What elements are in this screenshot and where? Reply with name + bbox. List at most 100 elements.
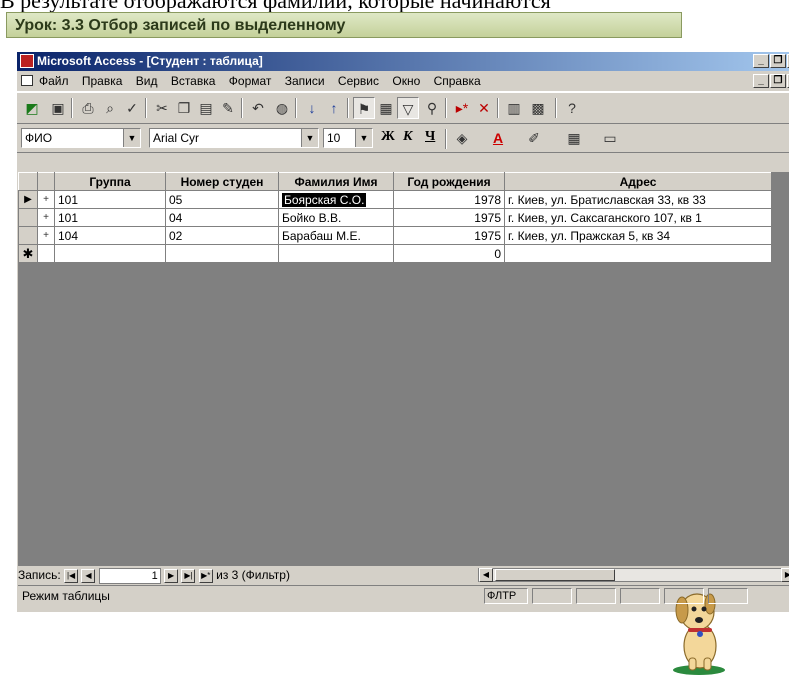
doc-restore-button[interactable]: ❐	[770, 74, 786, 88]
row-selector[interactable]	[18, 226, 38, 245]
scroll-right-icon[interactable]: ▶	[781, 568, 789, 582]
cell-name[interactable]	[278, 244, 394, 263]
scrollbar-thumb[interactable]	[495, 569, 615, 581]
cell-group[interactable]	[54, 244, 166, 263]
expand-icon[interactable]: +	[37, 226, 55, 245]
underline-button[interactable]: Ч	[425, 129, 435, 145]
gridlines-icon[interactable]: ▦	[563, 127, 585, 149]
row-selector[interactable]	[18, 208, 38, 227]
first-record-button[interactable]: |◀	[64, 568, 79, 583]
cell-birth-year[interactable]: 1978	[393, 190, 505, 209]
cell-student-number[interactable]: 05	[165, 190, 279, 209]
undo-icon[interactable]: ↶	[247, 97, 269, 119]
chevron-down-icon[interactable]: ▼	[123, 129, 140, 147]
cell-student-number[interactable]	[165, 244, 279, 263]
menu-window[interactable]: Окно	[392, 74, 420, 88]
apply-filter-icon[interactable]: ▽	[397, 97, 419, 119]
restore-button[interactable]: ❐	[770, 54, 786, 68]
special-effect-icon[interactable]: ▭	[599, 127, 621, 149]
table-doc-icon[interactable]	[21, 75, 33, 86]
filter-by-selection-icon[interactable]: ⚑	[353, 97, 375, 119]
print-icon[interactable]: ⎙	[77, 97, 99, 119]
cell-birth-year[interactable]: 1975	[393, 208, 505, 227]
cell-name[interactable]: Боярская С.О.	[278, 190, 394, 209]
column-header-birth-year[interactable]: Год рождения	[393, 172, 505, 191]
cell-address[interactable]: г. Киев, ул. Братиславская 33, кв 33	[504, 190, 772, 209]
cell-name[interactable]: Бойко В.В.	[278, 208, 394, 227]
new-record-row[interactable]: ✱ 0	[18, 244, 772, 263]
table-row[interactable]: ▶ + 101 05 Боярская С.О. 1978 г. Киев, у…	[18, 190, 772, 209]
new-object-icon[interactable]: ▩	[527, 97, 549, 119]
font-size-select[interactable]: 10 ▼	[323, 128, 373, 148]
save-icon[interactable]: ▣	[47, 97, 69, 119]
menu-file[interactable]: Файл	[39, 74, 69, 88]
paste-icon[interactable]: ▤	[195, 97, 217, 119]
help-icon[interactable]: ?	[561, 97, 583, 119]
record-total: из 3 (Фильтр)	[216, 568, 290, 582]
column-header-address[interactable]: Адрес	[504, 172, 772, 191]
cell-birth-year[interactable]: 1975	[393, 226, 505, 245]
fill-color-icon[interactable]: ◈	[451, 127, 473, 149]
cell-student-number[interactable]: 02	[165, 226, 279, 245]
filter-by-form-icon[interactable]: ▦	[375, 97, 397, 119]
format-painter-icon[interactable]: ✎	[217, 97, 239, 119]
cell-name[interactable]: Барабаш М.Е.	[278, 226, 394, 245]
field-select-value: ФИО	[25, 131, 53, 145]
delete-record-icon[interactable]: ✕	[473, 97, 495, 119]
table-row[interactable]: + 104 02 Барабаш М.Е. 1975 г. Киев, ул. …	[18, 226, 772, 245]
menu-view[interactable]: Вид	[136, 74, 158, 88]
column-header-name[interactable]: Фамилия Имя	[278, 172, 394, 191]
next-record-button[interactable]: ▶	[164, 568, 179, 583]
field-select[interactable]: ФИО ▼	[21, 128, 141, 148]
cell-address[interactable]: г. Киев, ул. Пражская 5, кв 34	[504, 226, 772, 245]
record-number-input[interactable]: 1	[98, 567, 161, 584]
cell-birth-year[interactable]: 0	[393, 244, 505, 263]
spelling-icon[interactable]: ✓	[121, 97, 143, 119]
font-color-icon[interactable]: A	[487, 127, 509, 149]
expand-icon[interactable]: +	[37, 190, 55, 209]
find-icon[interactable]: ⚲	[421, 97, 443, 119]
view-icon[interactable]: ◩	[21, 97, 43, 119]
menu-format[interactable]: Формат	[229, 74, 272, 88]
last-record-button[interactable]: ▶|	[181, 568, 196, 583]
corner-selector[interactable]	[18, 172, 38, 191]
line-color-icon[interactable]: ✐	[523, 127, 545, 149]
database-window-icon[interactable]: ▥	[503, 97, 525, 119]
expand-icon[interactable]: +	[37, 208, 55, 227]
chevron-down-icon[interactable]: ▼	[301, 129, 318, 147]
copy-icon[interactable]: ❐	[173, 97, 195, 119]
minimize-button[interactable]: _	[753, 54, 769, 68]
font-select[interactable]: Arial Cyr ▼	[149, 128, 319, 148]
print-preview-icon[interactable]: ⌕	[99, 97, 121, 119]
doc-minimize-button[interactable]: _	[753, 74, 769, 88]
cell-group[interactable]: 104	[54, 226, 166, 245]
menu-insert[interactable]: Вставка	[171, 74, 216, 88]
prev-record-button[interactable]: ◀	[81, 568, 96, 583]
new-record-nav-button[interactable]: ▶*	[198, 568, 213, 583]
italic-button[interactable]: К	[403, 129, 413, 145]
scroll-left-icon[interactable]: ◀	[479, 568, 493, 582]
cell-address[interactable]: г. Киев, ул. Саксаганского 107, кв 1	[504, 208, 772, 227]
sort-descending-icon[interactable]: ↑	[323, 97, 345, 119]
new-record-icon[interactable]: ▸*	[451, 97, 473, 119]
horizontal-scrollbar[interactable]: ◀ ▶	[478, 568, 789, 582]
menu-tools[interactable]: Сервис	[338, 74, 379, 88]
new-record-icon[interactable]: ✱	[18, 244, 38, 263]
column-header-student-number[interactable]: Номер студен	[165, 172, 279, 191]
table-row[interactable]: + 101 04 Бойко В.В. 1975 г. Киев, ул. Са…	[18, 208, 772, 227]
menu-edit[interactable]: Правка	[82, 74, 123, 88]
cell-address[interactable]	[504, 244, 772, 263]
cell-group[interactable]: 101	[54, 190, 166, 209]
bold-button[interactable]: Ж	[381, 129, 395, 145]
cell-group[interactable]: 101	[54, 208, 166, 227]
menu-records[interactable]: Записи	[285, 74, 325, 88]
hyperlink-icon[interactable]: ◍	[271, 97, 293, 119]
current-record-icon[interactable]: ▶	[18, 190, 38, 209]
sort-ascending-icon[interactable]: ↓	[301, 97, 323, 119]
column-header-group[interactable]: Группа	[54, 172, 166, 191]
selected-text[interactable]: Боярская С.О.	[282, 192, 367, 207]
menu-help[interactable]: Справка	[434, 74, 481, 88]
chevron-down-icon[interactable]: ▼	[355, 129, 372, 147]
cut-icon[interactable]: ✂	[151, 97, 173, 119]
cell-student-number[interactable]: 04	[165, 208, 279, 227]
